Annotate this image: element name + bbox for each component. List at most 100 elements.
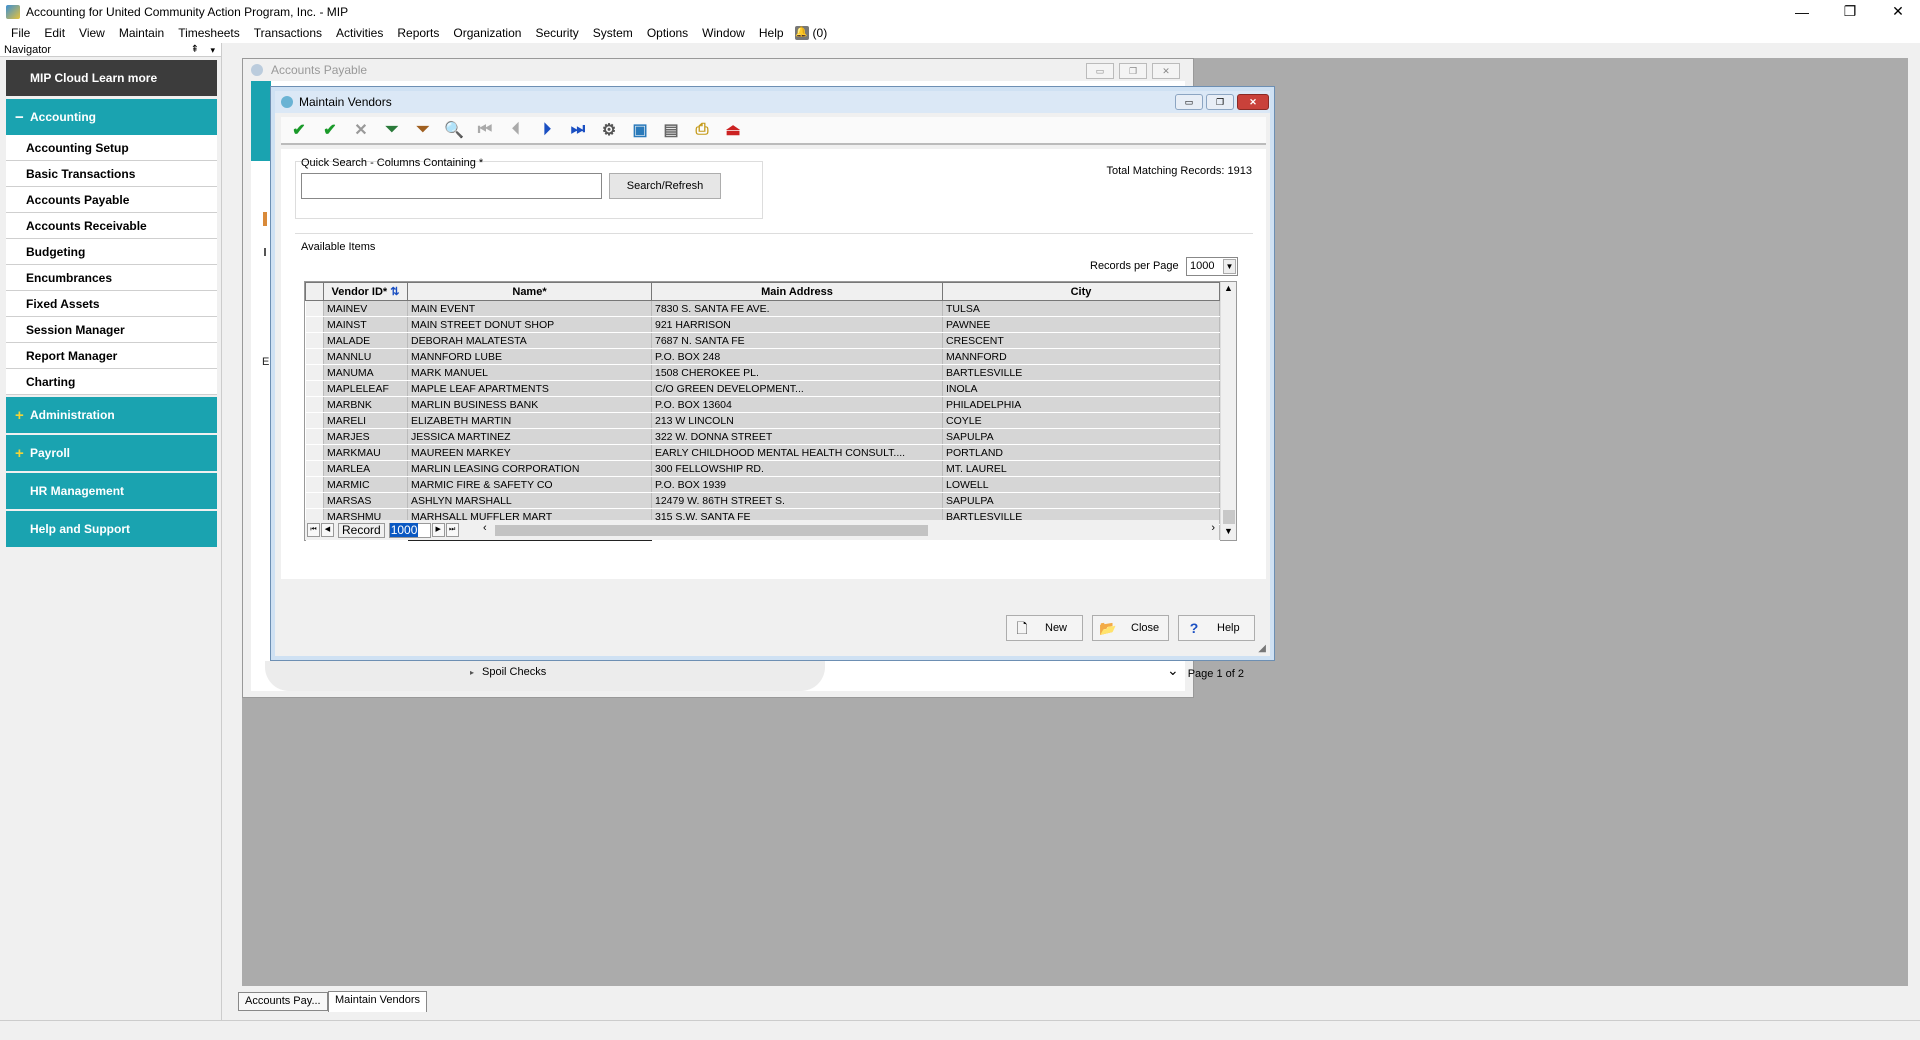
cell-name[interactable]: MAIN STREET DONUT SHOP: [407, 316, 652, 333]
scroll-right-icon[interactable]: ›: [1211, 522, 1215, 534]
cell-vendor-id[interactable]: MARLEA: [323, 460, 408, 477]
last-page-icon[interactable]: ⏭: [445, 523, 459, 537]
next-record-icon[interactable]: ⏵: [533, 117, 561, 143]
cell-city[interactable]: LOWELL: [942, 476, 1220, 493]
cell-vendor-id[interactable]: MARSAS: [323, 492, 408, 509]
cell-name[interactable]: MARLIN LEASING CORPORATION: [407, 460, 652, 477]
cell-name[interactable]: MARK MANUEL: [407, 364, 652, 381]
notifications[interactable]: 🔔 (0): [791, 26, 827, 40]
menu-view[interactable]: View: [72, 23, 112, 43]
nav-budgeting[interactable]: Budgeting: [6, 239, 217, 265]
chevron-down-icon[interactable]: ▾: [210, 43, 215, 57]
cell-city[interactable]: MT. LAUREL: [942, 460, 1220, 477]
layout-icon[interactable]: ▤: [657, 117, 685, 143]
cell-city[interactable]: INOLA: [942, 380, 1220, 397]
cell-name[interactable]: DEBORAH MALATESTA: [407, 332, 652, 349]
horizontal-scrollbar[interactable]: ‹ ›: [483, 522, 1215, 537]
table-row[interactable]: MARSAS ASHLYN MARSHALL 12479 W. 86TH STREE…: [305, 492, 1220, 509]
row-header[interactable]: [305, 492, 324, 509]
cell-city[interactable]: CRESCENT: [942, 332, 1220, 349]
cell-name[interactable]: MANNFORD LUBE: [407, 348, 652, 365]
prev-page-icon[interactable]: ◀: [321, 523, 334, 537]
menu-help[interactable]: Help: [752, 23, 791, 43]
cell-name[interactable]: MARLIN BUSINESS BANK: [407, 396, 652, 413]
cell-main-address[interactable]: 322 W. DONNA STREET: [651, 428, 943, 445]
delete-icon[interactable]: ✕: [347, 117, 375, 143]
cell-city[interactable]: MANNFORD: [942, 348, 1220, 365]
table-row[interactable]: MARBNK MARLIN BUSINESS BANK P.O. BOX 13604…: [305, 396, 1220, 413]
table-row[interactable]: MAINST MAIN STREET DONUT SHOP 921 HARRISON…: [305, 316, 1220, 333]
menu-file[interactable]: File: [4, 23, 37, 43]
scroll-left-icon[interactable]: ‹: [483, 522, 487, 534]
chevron-down-icon[interactable]: ▼: [1223, 259, 1236, 274]
cell-main-address[interactable]: P.O. BOX 248: [651, 348, 943, 365]
scroll-down-icon[interactable]: ▼: [1224, 526, 1233, 536]
menu-options[interactable]: Options: [640, 23, 695, 43]
cell-main-address[interactable]: 1508 CHEROKEE PL.: [651, 364, 943, 381]
check-all-icon[interactable]: ✔: [316, 117, 344, 143]
nav-encumbrances[interactable]: Encumbrances: [6, 265, 217, 291]
nav-fixed-assets[interactable]: Fixed Assets: [6, 291, 217, 317]
menu-activities[interactable]: Activities: [329, 23, 390, 43]
first-record-icon[interactable]: ⏮: [471, 117, 499, 143]
tab-accounts-payable[interactable]: Accounts Pay...: [238, 992, 328, 1011]
records-per-page-select[interactable]: 1000 ▼: [1186, 257, 1238, 276]
menu-maintain[interactable]: Maintain: [112, 23, 171, 43]
col-city[interactable]: City: [942, 282, 1220, 301]
filter-icon[interactable]: ⏷: [378, 117, 406, 143]
scroll-up-icon[interactable]: ▲: [1224, 283, 1233, 293]
chevron-down-icon[interactable]: ⌄: [1167, 662, 1179, 679]
row-header[interactable]: [305, 444, 324, 461]
cell-vendor-id[interactable]: MAPLELEAF: [323, 380, 408, 397]
row-header[interactable]: [305, 316, 324, 333]
cell-city[interactable]: PORTLAND: [942, 444, 1220, 461]
settings-icon[interactable]: ⚙: [595, 117, 623, 143]
ap-minimize-button[interactable]: ▭: [1086, 63, 1114, 79]
tab-maintain-vendors[interactable]: Maintain Vendors: [328, 991, 427, 1012]
cell-name[interactable]: JESSICA MARTINEZ: [407, 428, 652, 445]
cell-main-address[interactable]: C/O GREEN DEVELOPMENT...: [651, 380, 943, 397]
table-row[interactable]: MARLEA MARLIN LEASING CORPORATION 300 FELL…: [305, 460, 1220, 477]
check-icon[interactable]: ✔: [285, 117, 313, 143]
menu-timesheets[interactable]: Timesheets: [171, 23, 247, 43]
table-row[interactable]: MARMIC MARMIC FIRE & SAFETY CO P.O. BOX 19…: [305, 476, 1220, 493]
cell-city[interactable]: COYLE: [942, 412, 1220, 429]
row-header[interactable]: [305, 300, 324, 317]
table-row[interactable]: MALADE DEBORAH MALATESTA 7687 N. SANTA FE C…: [305, 332, 1220, 349]
menu-organization[interactable]: Organization: [446, 23, 528, 43]
cell-main-address[interactable]: 7830 S. SANTA FE AVE.: [651, 300, 943, 317]
cell-name[interactable]: MAIN EVENT: [407, 300, 652, 317]
nav-session-manager[interactable]: Session Manager: [6, 317, 217, 343]
menu-system[interactable]: System: [586, 23, 640, 43]
prev-record-icon[interactable]: ⏴: [502, 117, 530, 143]
cell-main-address[interactable]: 921 HARRISON: [651, 316, 943, 333]
cell-name[interactable]: ELIZABETH MARTIN: [407, 412, 652, 429]
mv-close-button[interactable]: ✕: [1237, 94, 1269, 110]
mv-minimize-button[interactable]: ▭: [1175, 94, 1203, 110]
col-main-address[interactable]: Main Address: [651, 282, 943, 301]
menu-edit[interactable]: Edit: [37, 23, 72, 43]
menu-window[interactable]: Window: [695, 23, 752, 43]
nav-accounting-setup[interactable]: Accounting Setup: [6, 135, 217, 161]
cell-vendor-id[interactable]: MARKMAU: [323, 444, 408, 461]
scroll-thumb[interactable]: [1223, 510, 1235, 524]
cell-main-address[interactable]: 12479 W. 86TH STREET S.: [651, 492, 943, 509]
nav-administration[interactable]: + Administration: [6, 397, 217, 433]
vendors-grid[interactable]: Vendor ID* ⇅ Name* Main Address City MAI…: [304, 281, 1237, 541]
first-page-icon[interactable]: ⏮: [307, 523, 320, 537]
cell-main-address[interactable]: P.O. BOX 13604: [651, 396, 943, 413]
nav-accounts-payable[interactable]: Accounts Payable: [6, 187, 217, 213]
find-icon[interactable]: 🔍: [440, 117, 468, 143]
mv-restore-button[interactable]: ❐: [1206, 94, 1234, 110]
filter-clear-icon[interactable]: ⏷: [409, 117, 437, 143]
nav-help-support[interactable]: Help and Support: [6, 511, 217, 547]
row-header[interactable]: [305, 380, 324, 397]
cell-city[interactable]: SAPULPA: [942, 492, 1220, 509]
cell-name[interactable]: MARMIC FIRE & SAFETY CO: [407, 476, 652, 493]
table-row[interactable]: MANNLU MANNFORD LUBE P.O. BOX 248 MANNFORD: [305, 348, 1220, 365]
col-name[interactable]: Name*: [407, 282, 652, 301]
nav-accounts-receivable[interactable]: Accounts Receivable: [6, 213, 217, 239]
hscroll-thumb[interactable]: [495, 525, 928, 536]
cell-city[interactable]: PAWNEE: [942, 316, 1220, 333]
nav-accounting[interactable]: − Accounting: [6, 99, 217, 135]
